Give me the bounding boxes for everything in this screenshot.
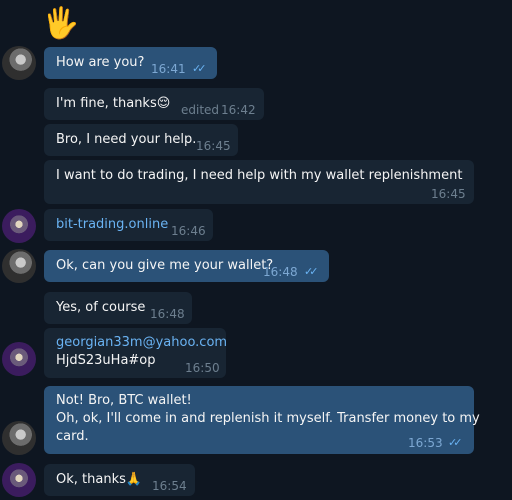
contact-avatar[interactable] [2,342,36,376]
message-bubble-outgoing[interactable]: Not! Bro, BTC wallet! Oh, ok, I'll come … [44,386,480,454]
message-bubble-outgoing[interactable]: Ok, can you give me your wallet? 16:48 ✓… [44,250,329,282]
message-link[interactable]: bit-trading.online [56,216,168,234]
message-bubble-incoming[interactable]: I want to do trading, I need help with m… [44,160,474,204]
message-time: 16:48 [150,307,185,321]
message-text-line: Oh, ok, I'll come in and replenish it my… [56,411,480,426]
contact-avatar[interactable] [2,209,36,243]
message-time: 16:42 [221,103,256,117]
message-text: I want to do trading, I need help with m… [56,168,463,183]
contact-avatar[interactable] [2,421,36,455]
relieved-face-icon: 😌 [156,96,171,111]
message-time: 16:45 [431,187,466,201]
message-bubble-incoming[interactable]: Yes, of course 16:48 [44,292,192,324]
message-text: Ok, can you give me your wallet? [56,258,274,273]
message-time: 16:53 [408,436,443,450]
message-text: Yes, of course [56,300,146,315]
message-edited-label: edited [181,103,220,117]
message-time: 16:50 [185,361,220,375]
folded-hands-icon: 🙏 [125,472,143,487]
message-bubble-incoming[interactable]: georgian33m@yahoo.com HjdS23uHa#op 16:50 [44,328,227,378]
message-text: Ok, thanks🙏 [56,472,143,487]
message-time: 16:41 [151,62,186,76]
message-text: How are you? [56,55,145,70]
message-text-line: Not! Bro, BTC wallet! [56,393,192,408]
contact-avatar[interactable] [2,463,36,497]
read-receipt-icon: ✓✓ [304,265,319,278]
contact-avatar[interactable] [2,46,36,80]
read-receipt-icon: ✓✓ [192,62,207,75]
message-bubble-incoming[interactable]: Ok, thanks🙏 16:54 [44,464,195,496]
message-bubble-incoming[interactable]: bit-trading.online 16:46 [44,209,213,241]
message-text: I'm fine, thanks😌 [56,96,171,111]
message-text: HjdS23uHa#op [56,353,156,368]
message-text: Bro, I need your help. [56,132,197,147]
contact-avatar[interactable] [2,249,36,283]
message-time: 16:54 [152,479,187,493]
read-receipt-icon: ✓✓ [448,436,463,449]
message-bubble-incoming[interactable]: I'm fine, thanks😌 edited 16:42 [44,88,264,120]
message-time: 16:46 [171,224,206,238]
message-email-link[interactable]: georgian33m@yahoo.com [56,334,227,352]
message-bubble-outgoing[interactable]: How are you? 16:41 ✓✓ [44,47,217,79]
message-text-line: card. [56,429,89,444]
message-time: 16:45 [196,139,231,153]
waving-hand-sticker: 🖐 [42,6,80,41]
message-bubble-incoming[interactable]: Bro, I need your help. 16:45 [44,124,238,156]
message-time: 16:48 [263,265,298,279]
